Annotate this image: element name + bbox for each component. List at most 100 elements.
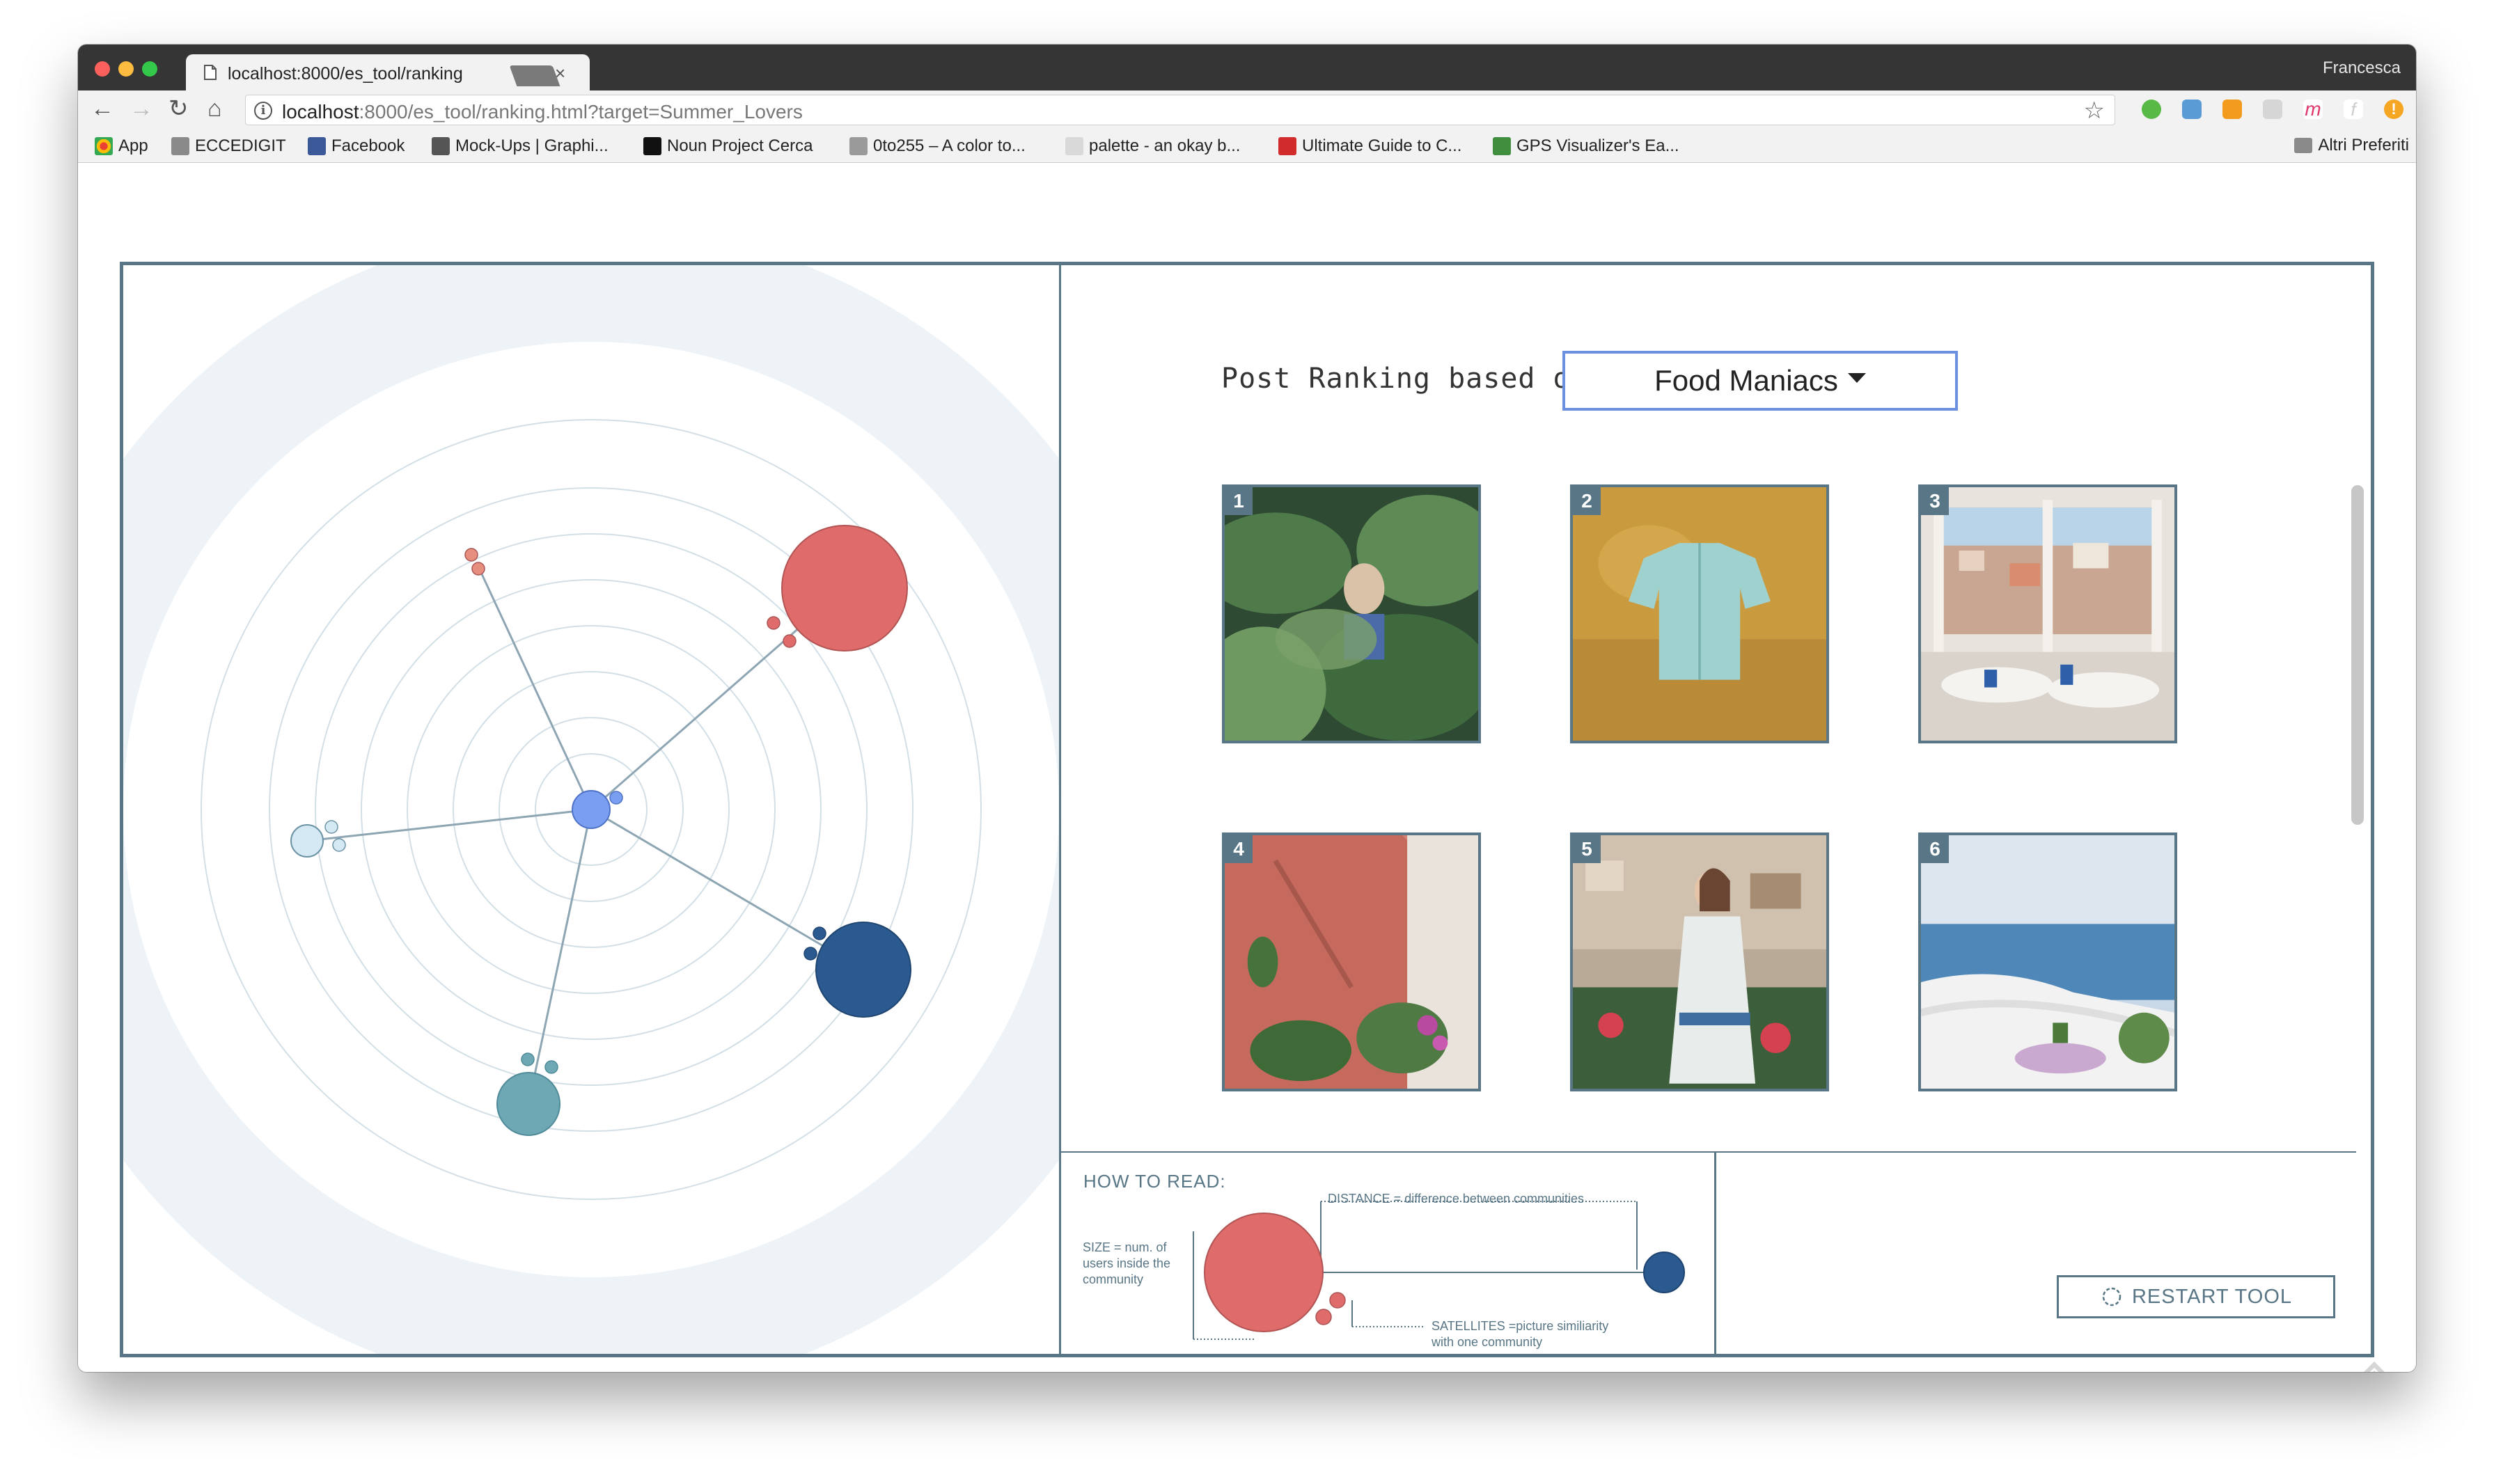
community-teal[interactable] bbox=[496, 1072, 560, 1136]
extension-m-icon[interactable]: m bbox=[2303, 100, 2323, 119]
url-text[interactable]: localhost:8000/es_tool/ranking.html?targ… bbox=[282, 101, 803, 123]
shirt-on-wall-photo bbox=[1573, 487, 1826, 741]
page-icon bbox=[204, 65, 217, 80]
legend-size-line: community bbox=[1083, 1272, 1144, 1286]
back-arrow-icon[interactable]: ← bbox=[91, 96, 114, 121]
guide-icon bbox=[1278, 137, 1296, 155]
post-thumbnail-4[interactable]: 4 bbox=[1222, 832, 1481, 1091]
bookmark-0to255[interactable]: 0to255 – A color to... bbox=[849, 136, 1026, 157]
bookmark-star-icon[interactable]: ☆ bbox=[2084, 97, 2105, 125]
close-window-button[interactable] bbox=[95, 61, 110, 77]
page-content: Post Ranking based on Food Maniacs 1 2 3… bbox=[78, 164, 2416, 1372]
rank-badge: 5 bbox=[1573, 835, 1601, 863]
woman-dress-photo bbox=[1573, 835, 1826, 1089]
home-icon[interactable]: ⌂ bbox=[207, 96, 222, 121]
bookmark-mockups[interactable]: Mock-Ups | Graphi... bbox=[432, 136, 609, 157]
reload-icon[interactable]: ↻ bbox=[168, 96, 189, 121]
extension-f-icon[interactable]: f bbox=[2344, 100, 2363, 119]
post-thumbnail-6[interactable]: 6 bbox=[1918, 832, 2177, 1091]
legend-size-line: users inside the bbox=[1083, 1256, 1171, 1270]
legend-distance-text: DISTANCE = difference between communitie… bbox=[1328, 1192, 1584, 1206]
legend-satellites-text: SATELLITES =picture similiarity with one… bbox=[1432, 1318, 1608, 1350]
community-navy[interactable] bbox=[815, 922, 911, 1018]
browser-toolbar: ← → ↻ ⌂ i localhost:8000/es_tool/ranking… bbox=[78, 90, 2416, 128]
minimize-window-button[interactable] bbox=[118, 61, 134, 77]
bookmark-label: GPS Visualizer's Ea... bbox=[1516, 136, 1679, 155]
rank-badge: 2 bbox=[1573, 487, 1601, 515]
tab-title: localhost:8000/es_tool/ranking bbox=[228, 64, 463, 84]
profile-name[interactable]: Francesca bbox=[2323, 58, 2401, 78]
bookmark-facebook[interactable]: Facebook bbox=[308, 136, 405, 157]
bookmark-eccedigit[interactable]: ECCEDIGIT bbox=[171, 136, 286, 157]
legend-satellite bbox=[1329, 1292, 1346, 1309]
bookmark-label: App bbox=[118, 136, 148, 155]
post-thumbnail-5[interactable]: 5 bbox=[1570, 832, 1829, 1091]
info-icon[interactable]: i bbox=[254, 102, 272, 120]
tropical-leaves-photo bbox=[1225, 487, 1478, 741]
diamond-corner-icon bbox=[2364, 1361, 2385, 1372]
bookmark-label: Mock-Ups | Graphi... bbox=[455, 136, 609, 155]
noun-project-icon bbox=[643, 137, 661, 155]
folder-icon bbox=[2294, 138, 2313, 153]
post-thumbnail-2[interactable]: 2 bbox=[1570, 484, 1829, 743]
extension-dropbox-icon[interactable] bbox=[2263, 100, 2282, 119]
post-thumbnail-1[interactable]: 1 bbox=[1222, 484, 1481, 743]
new-tab-button[interactable] bbox=[509, 65, 560, 86]
rank-badge: 3 bbox=[1921, 487, 1949, 515]
bookmarks-bar: App ECCEDIGIT Facebook Mock-Ups | Graphi… bbox=[78, 128, 2416, 163]
rank-badge: 6 bbox=[1921, 835, 1949, 863]
post-thumbnail-3[interactable]: 3 bbox=[1918, 484, 2177, 743]
browser-window: localhost:8000/es_tool/ranking × Frances… bbox=[78, 45, 2416, 1372]
community-select[interactable]: Food Maniacs bbox=[1562, 351, 1958, 411]
folder-icon bbox=[171, 137, 189, 155]
legend-small-community bbox=[1643, 1252, 1685, 1293]
bookmark-label: Ultimate Guide to C... bbox=[1302, 136, 1462, 155]
bookmark-label: ECCEDIGIT bbox=[195, 136, 286, 155]
extension-alert-icon[interactable]: ! bbox=[2384, 100, 2403, 119]
other-bookmarks-label: Altri Preferiti bbox=[2318, 136, 2409, 155]
restart-icon bbox=[2102, 1287, 2122, 1307]
bookmark-ultimate-guide[interactable]: Ultimate Guide to C... bbox=[1278, 136, 1461, 157]
legend-satellites-line: with one community bbox=[1432, 1335, 1543, 1349]
gps-visualizer-icon bbox=[1493, 137, 1511, 155]
rank-badge: 1 bbox=[1225, 487, 1253, 515]
bookmark-app[interactable]: App bbox=[95, 136, 148, 157]
ranking-panel: Post Ranking based on Food Maniacs 1 2 3… bbox=[1061, 265, 2371, 1354]
url-host: localhost bbox=[282, 101, 359, 123]
legend-satellites-line: SATELLITES =picture similiarity bbox=[1432, 1319, 1609, 1333]
mockups-icon bbox=[432, 137, 450, 155]
bookmark-palette[interactable]: palette - an okay b... bbox=[1065, 136, 1240, 157]
other-bookmarks[interactable]: Altri Preferiti bbox=[2294, 136, 2409, 155]
address-bar[interactable]: i localhost:8000/es_tool/ranking.html?ta… bbox=[245, 95, 2115, 125]
community-network bbox=[123, 265, 1059, 1354]
bookmark-noun-project[interactable]: Noun Project Cerca bbox=[643, 136, 813, 157]
extension-chart-icon[interactable] bbox=[2222, 100, 2242, 119]
positano-terrace-photo bbox=[1921, 487, 2174, 741]
ranking-scrollbar[interactable] bbox=[2351, 485, 2364, 825]
rank-badge: 4 bbox=[1225, 835, 1253, 863]
legend-satellite bbox=[1315, 1309, 1332, 1325]
community-food-maniacs[interactable] bbox=[781, 525, 908, 652]
legend-community-circle bbox=[1204, 1213, 1324, 1332]
community-light[interactable] bbox=[290, 824, 324, 858]
bookmark-gps-visualizer[interactable]: GPS Visualizer's Ea... bbox=[1493, 136, 1679, 157]
forward-arrow-icon[interactable]: → bbox=[130, 96, 153, 121]
sea-view-photo bbox=[1921, 835, 2174, 1089]
community-select-value: Food Maniacs bbox=[1654, 364, 1838, 397]
bookmark-label: Facebook bbox=[331, 136, 405, 155]
extension-blue-icon[interactable] bbox=[2182, 100, 2202, 119]
community-center[interactable] bbox=[572, 790, 611, 829]
zoom-window-button[interactable] bbox=[142, 61, 157, 77]
extension-green-icon[interactable] bbox=[2142, 100, 2161, 119]
caret-down-icon bbox=[1847, 373, 1866, 383]
legend-size-line: SIZE = num. of bbox=[1083, 1240, 1167, 1254]
0to255-icon bbox=[849, 137, 868, 155]
title-bar: localhost:8000/es_tool/ranking × Frances… bbox=[78, 45, 2416, 90]
legend-divider bbox=[1714, 1151, 1716, 1354]
tool-frame: Post Ranking based on Food Maniacs 1 2 3… bbox=[120, 262, 2374, 1357]
pink-wall-photo bbox=[1225, 835, 1478, 1089]
network-svg bbox=[123, 265, 1059, 1354]
bookmark-label: palette - an okay b... bbox=[1089, 136, 1241, 155]
bookmark-label: 0to255 – A color to... bbox=[873, 136, 1026, 155]
restart-tool-button[interactable]: RESTART TOOL bbox=[2057, 1275, 2335, 1318]
